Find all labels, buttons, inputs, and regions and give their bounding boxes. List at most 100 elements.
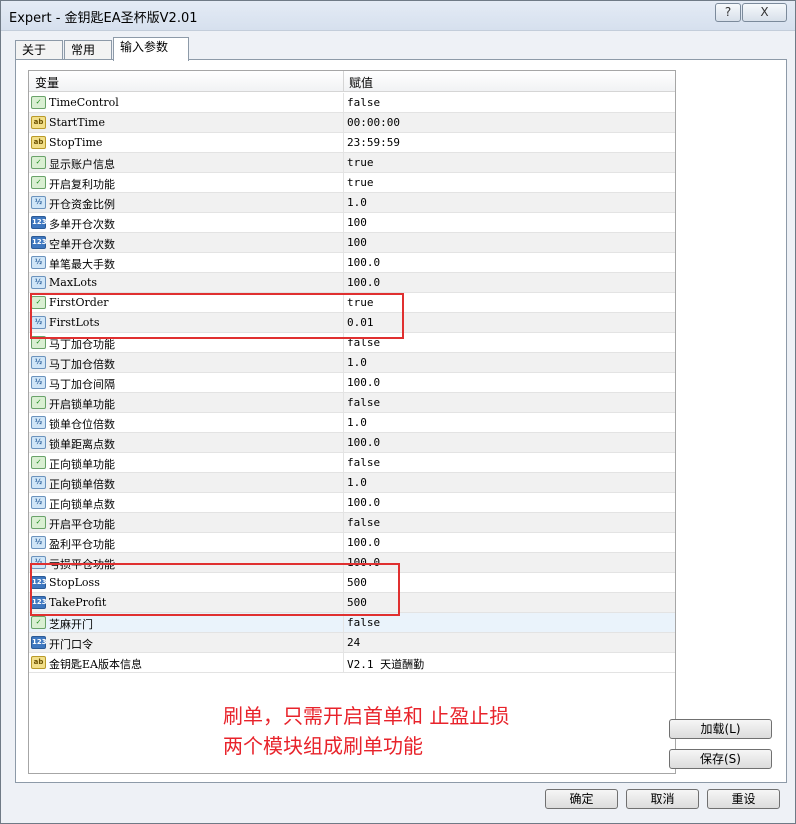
double-icon: ½ [31,416,46,429]
parameter-row[interactable]: ½ 盈利平仓功能 100.0 [29,533,675,553]
parameter-row[interactable]: ½ 正向锁单点数 100.0 [29,493,675,513]
parameter-name: 盈利平仓功能 [49,538,115,551]
parameter-name: 开启平仓功能 [49,518,115,531]
parameter-value[interactable]: 100.0 [347,256,380,269]
parameter-name: 金钥匙EA版本信息 [49,658,142,671]
parameter-name: 开仓资金比例 [49,198,115,211]
parameter-row[interactable]: ½ FirstLots 0.01 [29,313,675,333]
parameter-value[interactable]: false [347,616,380,629]
parameter-value[interactable]: 100.0 [347,376,380,389]
parameter-value[interactable]: false [347,456,380,469]
parameter-value[interactable]: 1.0 [347,476,367,489]
parameter-value[interactable]: 23:59:59 [347,136,400,149]
integer-icon: 123 [31,576,47,589]
parameter-row[interactable]: ab 金钥匙EA版本信息 V2.1 天道酬勤 [29,653,675,673]
tab-input-parameters[interactable]: 输入参数 [113,37,189,61]
parameter-value[interactable]: false [347,336,380,349]
parameter-name: 显示账户信息 [49,158,115,171]
bool-icon: ✓ [31,456,46,469]
parameter-row[interactable]: ab StartTime 00:00:00 [29,113,675,133]
parameter-row[interactable]: ✓ 开启复利功能 true [29,173,675,193]
parameter-row[interactable]: 123 开门口令 24 [29,633,675,653]
parameter-value[interactable]: false [347,96,380,109]
parameter-value[interactable]: 100 [347,236,367,249]
parameter-name: 马丁加仓功能 [49,338,115,351]
parameter-value[interactable]: 500 [347,576,367,589]
parameter-name: 开启复利功能 [49,178,115,191]
integer-icon: 123 [31,636,47,649]
parameter-row[interactable]: 123 空单开仓次数 100 [29,233,675,253]
column-header-variable[interactable]: 变量 [35,74,59,91]
parameter-row[interactable]: ½ 锁单距离点数 100.0 [29,433,675,453]
integer-icon: 123 [31,236,47,249]
column-header-value[interactable]: 赋值 [349,74,373,91]
close-button[interactable]: X [742,3,787,22]
parameter-row[interactable]: ✓ TimeControl false [29,93,675,113]
reset-button[interactable]: 重设 [707,789,780,809]
parameter-value[interactable]: 100 [347,216,367,229]
parameter-row[interactable]: ½ 单笔最大手数 100.0 [29,253,675,273]
column-divider [343,413,344,433]
parameter-value[interactable]: 500 [347,596,367,609]
parameter-row[interactable]: ✓ 开启锁单功能 false [29,393,675,413]
column-divider [343,193,344,213]
column-divider [343,373,344,393]
load-button[interactable]: 加载(L) [669,719,772,739]
parameter-value[interactable]: V2.1 天道酬勤 [347,656,424,672]
parameter-row[interactable]: ½ MaxLots 100.0 [29,273,675,293]
parameter-row[interactable]: ✓ 开启平仓功能 false [29,513,675,533]
column-divider [343,553,344,573]
column-divider [343,593,344,613]
bool-icon: ✓ [31,336,46,349]
parameter-value[interactable]: 1.0 [347,196,367,209]
ok-button[interactable]: 确定 [545,789,618,809]
parameter-row[interactable]: ✓ 马丁加仓功能 false [29,333,675,353]
parameter-row[interactable]: ½ 马丁加仓倍数 1.0 [29,353,675,373]
parameter-row[interactable]: ½ 马丁加仓间隔 100.0 [29,373,675,393]
parameter-value[interactable]: false [347,396,380,409]
parameter-value[interactable]: 24 [347,636,360,649]
parameter-value[interactable]: 1.0 [347,416,367,429]
parameter-row[interactable]: ½ 开仓资金比例 1.0 [29,193,675,213]
bool-icon: ✓ [31,396,46,409]
parameter-row[interactable]: ½ 亏损平仓功能 100.0 [29,553,675,573]
parameter-row[interactable]: 123 多单开仓次数 100 [29,213,675,233]
parameter-value[interactable]: true [347,156,374,169]
parameter-value[interactable]: 00:00:00 [347,116,400,129]
parameter-name: FirstOrder [49,296,109,309]
parameter-row[interactable]: ✓ FirstOrder true [29,293,675,313]
tab-common[interactable]: 常用 [64,40,112,60]
parameter-row[interactable]: ✓ 显示账户信息 true [29,153,675,173]
save-button[interactable]: 保存(S) [669,749,772,769]
string-icon: ab [31,116,46,129]
parameter-row[interactable]: ✓ 芝麻开门 false [29,613,675,633]
parameter-row[interactable]: ½ 锁单仓位倍数 1.0 [29,413,675,433]
parameter-value[interactable]: 100.0 [347,556,380,569]
parameter-value[interactable]: 100.0 [347,536,380,549]
column-divider [343,393,344,413]
parameter-row[interactable]: 123 TakeProfit 500 [29,593,675,613]
parameter-name: 开门口令 [49,638,93,651]
parameter-value[interactable]: 0.01 [347,316,374,329]
double-icon: ½ [31,476,46,489]
cancel-button[interactable]: 取消 [626,789,699,809]
parameter-name: 芝麻开门 [49,618,93,631]
help-button[interactable]: ? [715,3,741,22]
parameter-value[interactable]: true [347,176,374,189]
double-icon: ½ [31,436,46,449]
parameter-row[interactable]: 123 StopLoss 500 [29,573,675,593]
parameter-value[interactable]: 100.0 [347,276,380,289]
tab-about[interactable]: 关于 [15,40,63,60]
parameter-row[interactable]: ✓ 正向锁单功能 false [29,453,675,473]
double-icon: ½ [31,316,46,329]
parameter-value[interactable]: false [347,516,380,529]
parameter-value[interactable]: 100.0 [347,496,380,509]
parameter-value[interactable]: 100.0 [347,436,380,449]
parameter-value[interactable]: 1.0 [347,356,367,369]
parameter-row[interactable]: ½ 正向锁单倍数 1.0 [29,473,675,493]
parameter-name: 锁单仓位倍数 [49,418,115,431]
parameter-value[interactable]: true [347,296,374,309]
title-bar[interactable]: Expert - 金钥匙EA圣杯版V2.01 ? X [1,1,795,31]
parameter-row[interactable]: ab StopTime 23:59:59 [29,133,675,153]
column-divider[interactable] [343,71,344,92]
